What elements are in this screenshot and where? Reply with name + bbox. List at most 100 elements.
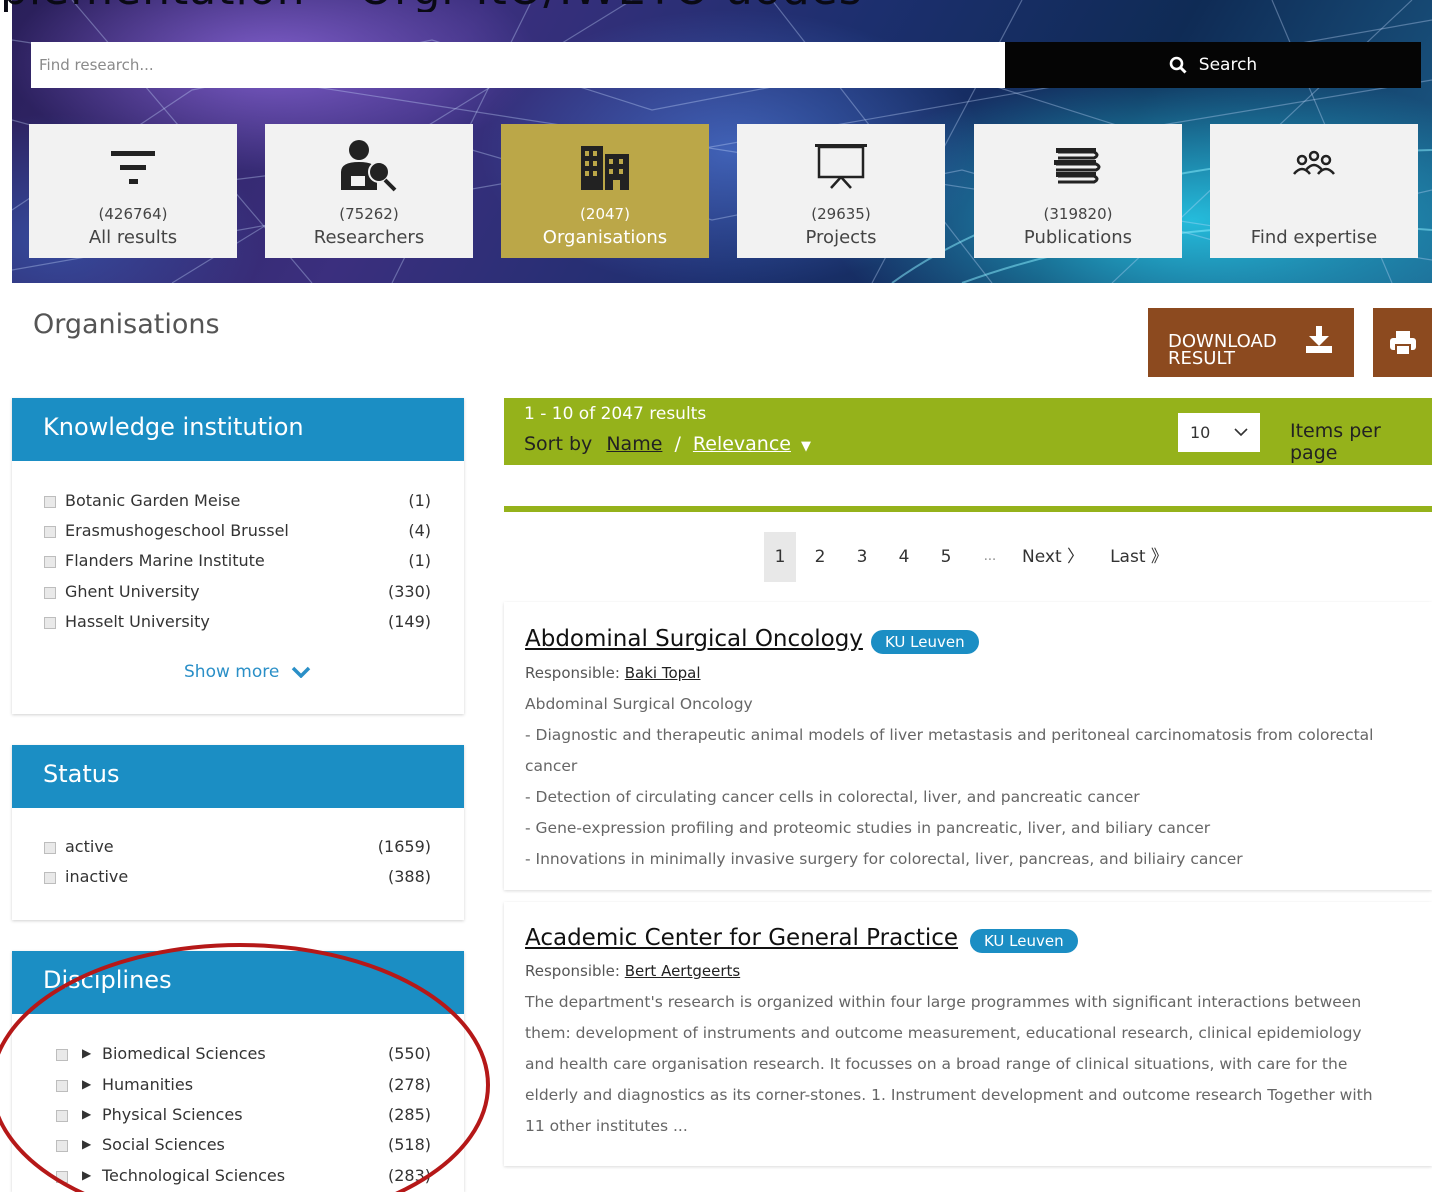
facet-item-label: Botanic Garden Meise [65, 491, 241, 510]
description-line: - Diagnostic and therapeutic animal mode… [525, 726, 1374, 775]
description-line: Abdominal Surgical Oncology [525, 695, 753, 713]
facet-item[interactable]: Flanders Marine Institute (1) [12, 551, 464, 575]
facet-item-label: active [65, 837, 114, 856]
items-per-page-value: 10 [1190, 423, 1211, 442]
facet-item-count: (1) [408, 491, 431, 510]
facet-status: Status active (1659) inactive (388) [12, 745, 464, 920]
description-line: - Detection of circulating cancer cells … [525, 788, 1140, 806]
expand-arrow-icon[interactable]: ▶ [82, 1077, 91, 1091]
expand-arrow-icon[interactable]: ▶ [82, 1107, 91, 1121]
tile-all-results[interactable]: (426764) All results [29, 124, 237, 258]
tile-label: Organisations [542, 227, 668, 248]
facet-item-count: (388) [387, 867, 431, 886]
sort-name-link[interactable]: Name [606, 433, 662, 455]
result-title-link[interactable]: Academic Center for General Practice [525, 925, 958, 951]
facet-header: Status [12, 745, 464, 808]
banner-title: plementation – Orgr ItO/IWETO uodes [0, 0, 1432, 12]
download-result-button[interactable]: DOWNLOAD RESULT [1148, 308, 1354, 377]
facet-item[interactable]: active (1659) [12, 837, 464, 861]
facet-item[interactable]: inactive (388) [12, 867, 464, 891]
checkbox[interactable] [56, 1049, 68, 1061]
result-title-link[interactable]: Abdominal Surgical Oncology [525, 626, 863, 652]
search-button[interactable]: Search [1005, 42, 1421, 88]
facet-item[interactable]: Hasselt University (149) [12, 612, 464, 636]
tile-count: (2047) [580, 205, 630, 223]
facet-item-count: (4) [408, 521, 431, 540]
show-more-link[interactable]: Show more [184, 662, 311, 682]
description-line: - Gene-expression profiling and proteomi… [525, 819, 1211, 837]
caret-down-icon[interactable]: ▼ [801, 439, 811, 454]
tile-label: Researchers [313, 227, 425, 248]
facet-item[interactable]: ▶ Biomedical Sciences (550) [12, 1044, 464, 1068]
expand-arrow-icon[interactable]: ▶ [82, 1046, 91, 1060]
result-item: Academic Center for General Practice KU … [504, 902, 1432, 1166]
tile-publications[interactable]: (319820) Publications [974, 124, 1182, 258]
page-2[interactable]: 2 [806, 532, 834, 582]
checkbox[interactable] [56, 1171, 68, 1183]
facet-item[interactable]: ▶ Social Sciences (518) [12, 1135, 464, 1159]
last-page-link[interactable]: Last 》 [1108, 532, 1170, 582]
sort-separator: / [674, 433, 681, 455]
print-button[interactable] [1373, 308, 1432, 377]
checkbox[interactable] [44, 496, 56, 508]
page-title: Organisations [33, 309, 220, 340]
facet-item-label: Flanders Marine Institute [65, 551, 265, 570]
items-per-page-label: Items per page [1290, 420, 1381, 464]
facet-item-label: Biomedical Sciences [102, 1044, 266, 1063]
facet-item[interactable]: ▶ Technological Sciences (283) [12, 1166, 464, 1190]
page-3[interactable]: 3 [848, 532, 876, 582]
sort-relevance-link[interactable]: Relevance [693, 433, 791, 455]
facet-disciplines: Disciplines ▶ Biomedical Sciences (550) ▶ H… [12, 951, 464, 1192]
facet-item-label: Hasselt University [65, 612, 210, 631]
sort-control: Sort by Name / Relevance ▼ [524, 433, 811, 455]
download-icon [1306, 326, 1332, 353]
download-label-line2: RESULT [1168, 348, 1236, 369]
tile-label: Projects [805, 227, 877, 248]
tile-label: Find expertise [1250, 227, 1378, 248]
checkbox[interactable] [44, 556, 56, 568]
facet-item-count: (550) [387, 1044, 431, 1063]
tile-find-expertise[interactable]: Find expertise [1210, 124, 1418, 258]
expand-arrow-icon[interactable]: ▶ [82, 1137, 91, 1151]
researcher-icon [265, 138, 473, 194]
page-4[interactable]: 4 [890, 532, 918, 582]
checkbox[interactable] [44, 842, 56, 854]
responsible-person-link[interactable]: Bert Aertgeerts [625, 962, 740, 980]
facet-item-count: (1659) [377, 837, 431, 856]
facet-item[interactable]: Botanic Garden Meise (1) [12, 491, 464, 515]
facet-item[interactable]: ▶ Humanities (278) [12, 1075, 464, 1099]
next-page-link[interactable]: Next 〉 [1022, 532, 1084, 582]
tile-projects[interactable]: (29635) Projects [737, 124, 945, 258]
checkbox[interactable] [44, 617, 56, 629]
responsible-label: Responsible: [525, 664, 620, 682]
tile-count: (319820) [1043, 205, 1113, 223]
checkbox[interactable] [56, 1140, 68, 1152]
print-icon [1389, 330, 1416, 355]
tile-label: All results [88, 227, 178, 248]
facet-item[interactable]: ▶ Physical Sciences (285) [12, 1105, 464, 1129]
facet-item-count: (149) [387, 612, 431, 631]
page-1[interactable]: 1 [764, 532, 796, 582]
checkbox[interactable] [44, 872, 56, 884]
results-divider [504, 506, 1432, 512]
checkbox[interactable] [56, 1110, 68, 1122]
search-input[interactable] [31, 42, 1005, 88]
checkbox[interactable] [44, 587, 56, 599]
tile-organisations[interactable]: (2047) Organisations [501, 124, 709, 258]
facet-item-count: (518) [387, 1135, 431, 1154]
facet-item[interactable]: Ghent University (330) [12, 582, 464, 606]
items-per-page-select[interactable]: 10 [1178, 413, 1260, 452]
checkbox[interactable] [44, 526, 56, 538]
expand-arrow-icon[interactable]: ▶ [82, 1168, 91, 1182]
show-more-label: Show more [184, 662, 280, 682]
tile-researchers[interactable]: (75262) Researchers [265, 124, 473, 258]
facet-item-count: (278) [387, 1075, 431, 1094]
tile-count: (426764) [98, 205, 168, 223]
facet-item-label: inactive [65, 867, 129, 886]
checkbox[interactable] [56, 1080, 68, 1092]
responsible-person-link[interactable]: Baki Topal [625, 664, 701, 682]
results-count: 1 - 10 of 2047 results [524, 404, 707, 424]
building-icon [501, 138, 709, 194]
facet-item[interactable]: Erasmushogeschool Brussel (4) [12, 521, 464, 545]
page-5[interactable]: 5 [932, 532, 960, 582]
